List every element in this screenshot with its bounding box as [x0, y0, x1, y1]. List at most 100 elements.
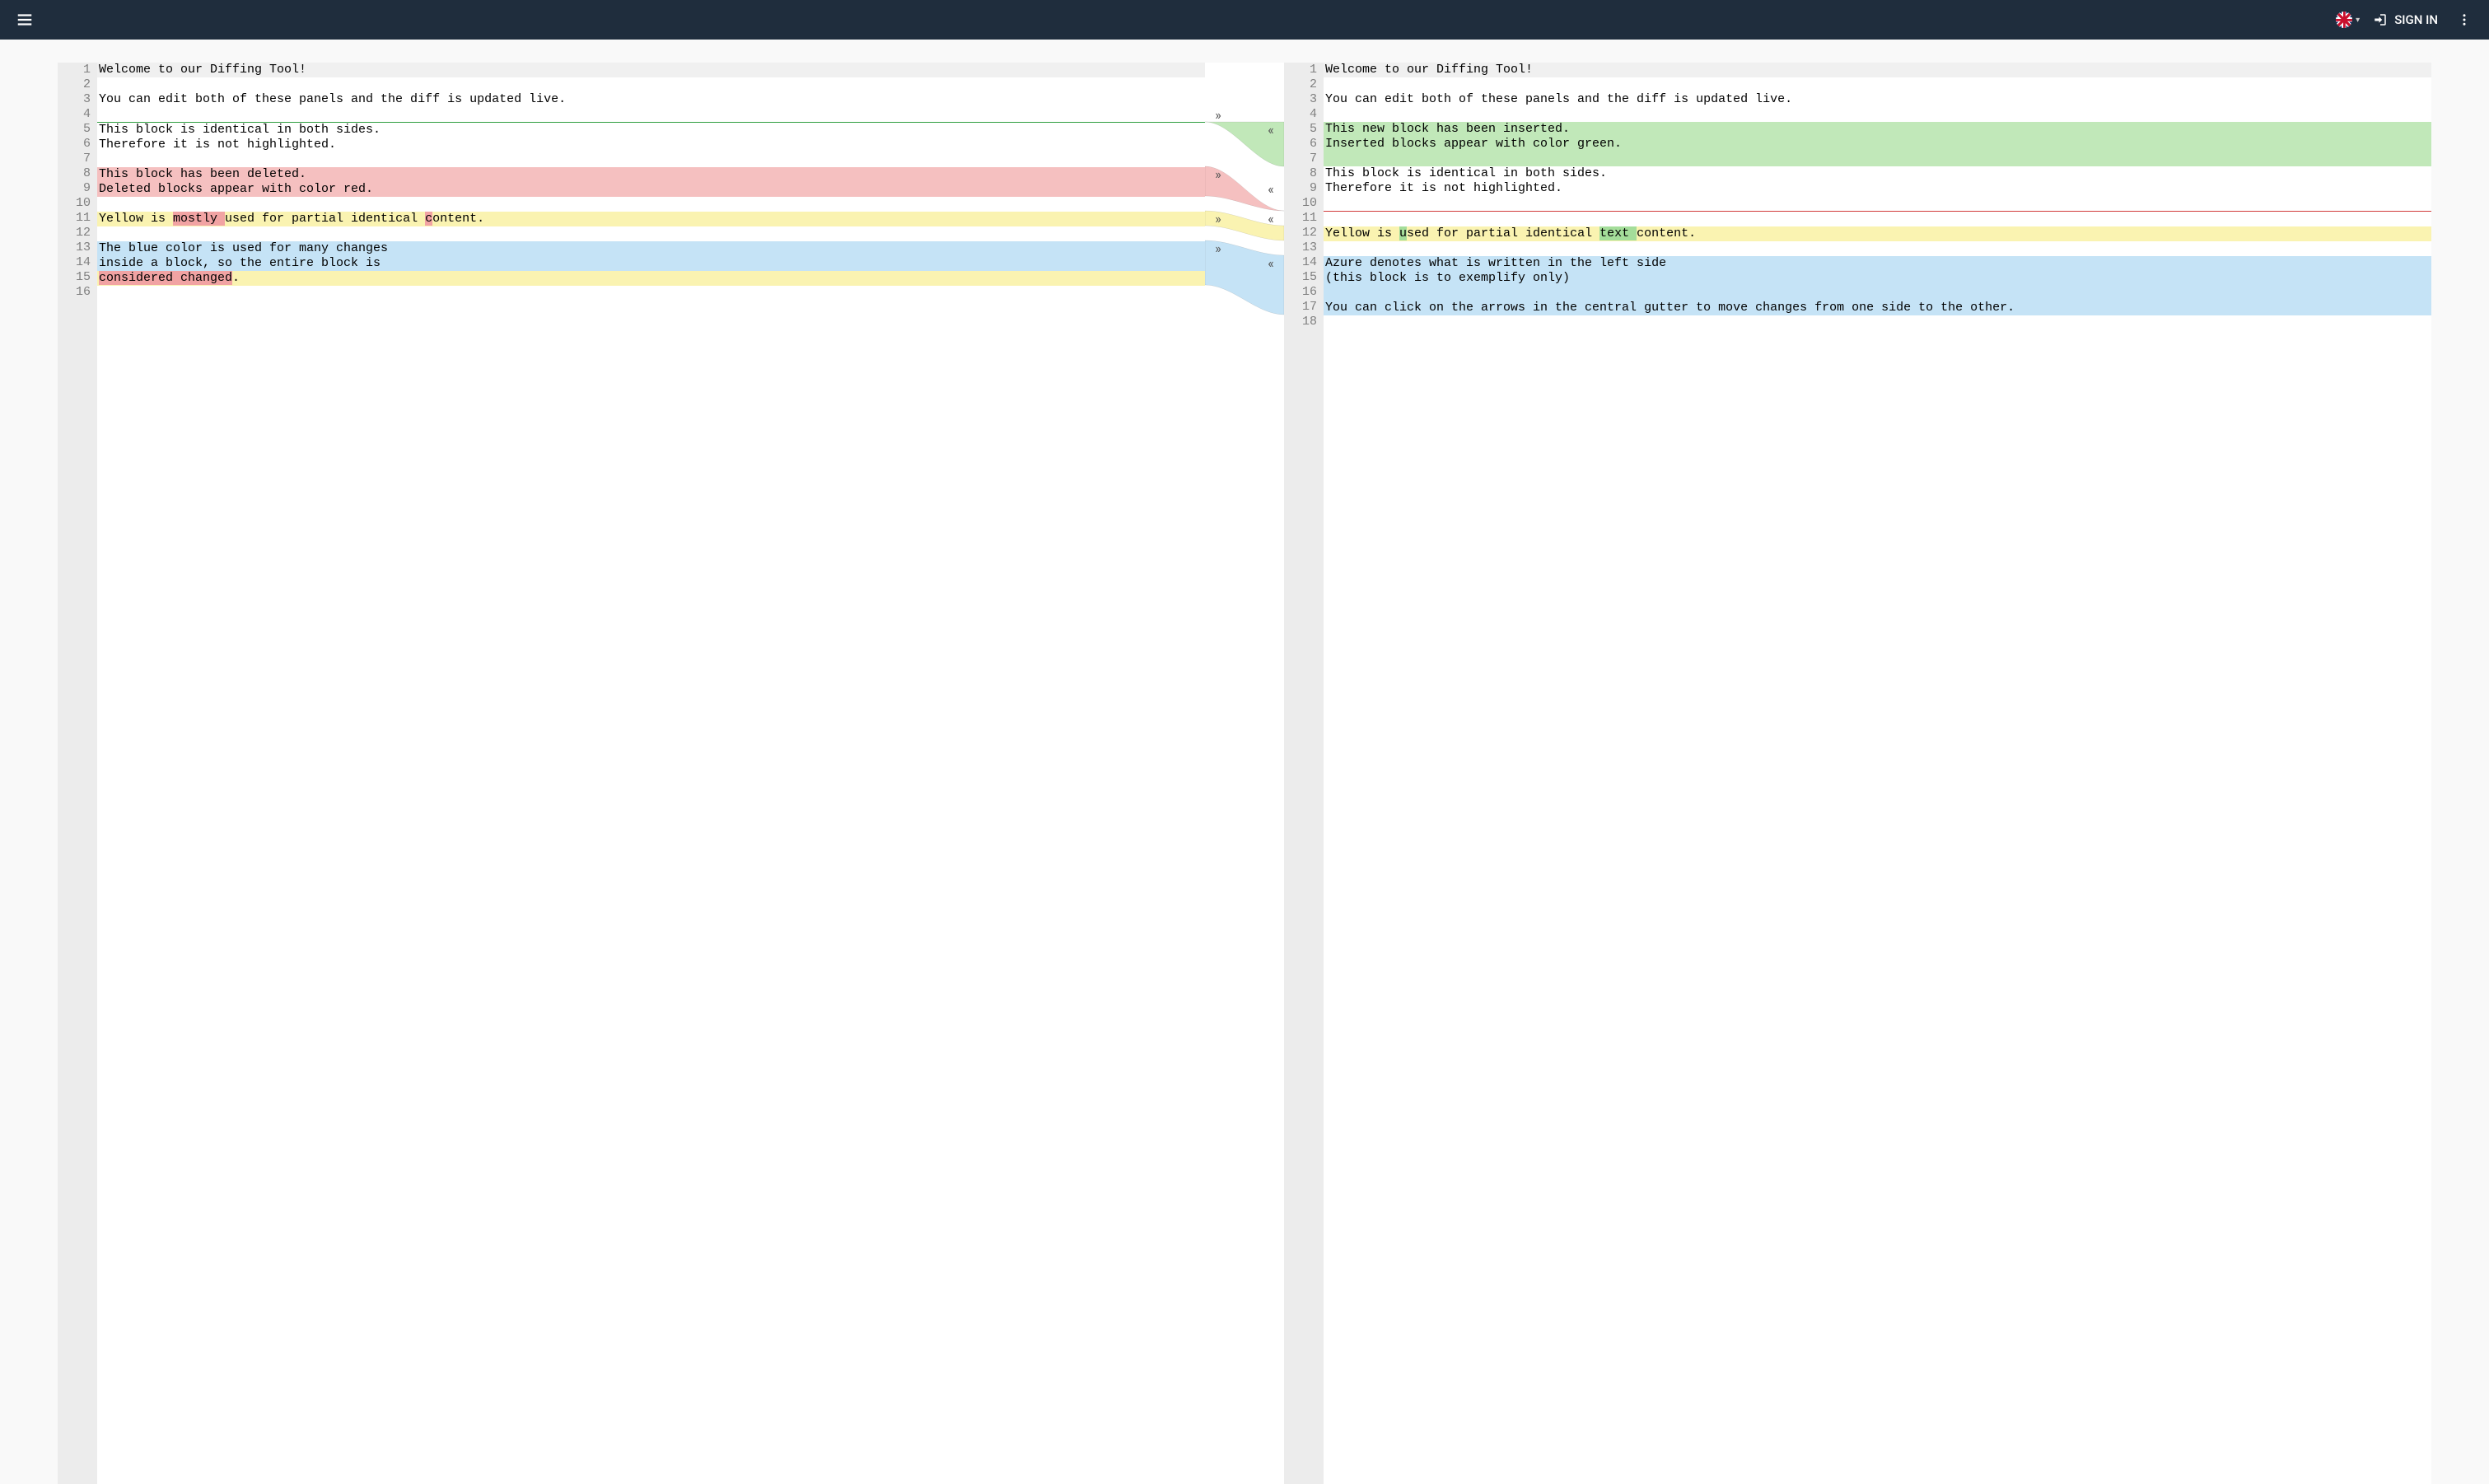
line-number: 16 — [1284, 285, 1317, 300]
language-selector[interactable]: ▾ — [2336, 12, 2360, 28]
line-number: 9 — [58, 181, 91, 196]
line-number: 8 — [1284, 166, 1317, 181]
code-line[interactable] — [1324, 77, 2431, 92]
code-line[interactable] — [1324, 212, 2431, 226]
code-line[interactable]: The blue color is used for many changes — [97, 241, 1205, 256]
code-line[interactable] — [1324, 241, 2431, 256]
code-line[interactable] — [97, 286, 1205, 301]
code-line[interactable]: Therefore it is not highlighted. — [1324, 181, 2431, 196]
line-number: 12 — [1284, 226, 1317, 240]
kebab-menu-icon[interactable] — [2451, 7, 2477, 33]
code-line[interactable] — [97, 226, 1205, 241]
line-number: 1 — [1284, 63, 1317, 77]
right-line-numbers: 123456789101112131415161718 — [1284, 63, 1324, 1484]
push-right-arrow[interactable]: » — [1210, 167, 1226, 182]
line-number: 2 — [1284, 77, 1317, 92]
code-line[interactable] — [97, 197, 1205, 212]
push-right-arrow[interactable]: » — [1210, 212, 1226, 226]
code-line[interactable] — [1324, 315, 2431, 330]
push-left-arrow[interactable]: « — [1263, 123, 1279, 138]
deleted-segment: c — [425, 212, 432, 226]
push-right-arrow[interactable]: » — [1210, 108, 1226, 123]
code-line[interactable] — [1324, 107, 2431, 122]
line-number: 9 — [1284, 181, 1317, 196]
left-diff-panel[interactable]: 12345678910111213141516 Welcome to our D… — [58, 63, 1205, 1484]
text-segment: Yellow is — [99, 212, 173, 226]
line-number: 13 — [58, 240, 91, 255]
code-line[interactable]: You can edit both of these panels and th… — [1324, 92, 2431, 107]
left-line-numbers: 12345678910111213141516 — [58, 63, 97, 1484]
diff-workspace: 12345678910111213141516 Welcome to our D… — [0, 40, 2489, 1484]
sign-in-icon — [2373, 12, 2388, 27]
inserted-segment: text — [1599, 226, 1637, 240]
code-line[interactable]: This new block has been inserted. — [1324, 122, 2431, 137]
line-number: 12 — [58, 226, 91, 240]
text-segment: Yellow is — [1325, 226, 1399, 240]
code-line[interactable] — [1324, 196, 2431, 211]
line-number: 13 — [1284, 240, 1317, 255]
line-number: 1 — [58, 63, 91, 77]
code-line[interactable] — [97, 152, 1205, 167]
code-line[interactable]: Deleted blocks appear with color red. — [97, 182, 1205, 197]
code-line[interactable]: Azure denotes what is written in the lef… — [1324, 256, 2431, 271]
hamburger-menu-icon[interactable] — [12, 7, 38, 33]
line-number: 6 — [1284, 137, 1317, 152]
code-line[interactable] — [1324, 152, 2431, 166]
line-number: 15 — [1284, 270, 1317, 285]
code-line[interactable] — [1324, 286, 2431, 301]
right-code[interactable]: Welcome to our Diffing Tool! You can edit… — [1324, 63, 2431, 1484]
line-number: 5 — [58, 122, 91, 137]
line-number: 2 — [58, 77, 91, 92]
code-line[interactable]: Therefore it is not highlighted. — [97, 138, 1205, 152]
line-number: 4 — [58, 107, 91, 122]
line-number: 6 — [58, 137, 91, 152]
code-line[interactable]: Welcome to our Diffing Tool! — [1324, 63, 2431, 77]
sign-in-button[interactable]: SIGN IN — [2373, 12, 2438, 27]
code-line[interactable]: You can edit both of these panels and th… — [97, 92, 1205, 107]
line-number: 3 — [58, 92, 91, 107]
line-number: 11 — [58, 211, 91, 226]
line-number: 14 — [1284, 255, 1317, 270]
text-segment: ontent. — [432, 212, 484, 226]
code-line[interactable]: (this block is to exemplify only) — [1324, 271, 2431, 286]
code-line[interactable] — [97, 77, 1205, 92]
right-diff-panel[interactable]: 123456789101112131415161718 Welcome to o… — [1284, 63, 2431, 1484]
text-segment: used for partial identical — [225, 212, 425, 226]
code-line[interactable]: Yellow is mostly used for partial identi… — [97, 212, 1205, 226]
code-line[interactable]: Yellow is used for partial identical tex… — [1324, 226, 2431, 241]
line-number: 3 — [1284, 92, 1317, 107]
push-left-arrow[interactable]: « — [1263, 212, 1279, 226]
line-number: 7 — [58, 152, 91, 166]
line-number: 15 — [58, 270, 91, 285]
line-number: 16 — [58, 285, 91, 300]
text-segment: . — [232, 271, 240, 285]
code-line[interactable]: Inserted blocks appear with color green. — [1324, 137, 2431, 152]
deleted-segment: mostly — [173, 212, 225, 226]
line-number: 5 — [1284, 122, 1317, 137]
push-right-arrow[interactable]: » — [1210, 241, 1226, 256]
line-number: 14 — [58, 255, 91, 270]
code-line[interactable]: You can click on the arrows in the centr… — [1324, 301, 2431, 315]
code-line[interactable]: Welcome to our Diffing Tool! — [97, 63, 1205, 77]
chevron-down-icon: ▾ — [2356, 16, 2360, 25]
left-code[interactable]: Welcome to our Diffing Tool! You can edit… — [97, 63, 1205, 1484]
push-left-arrow[interactable]: « — [1263, 256, 1279, 271]
line-number: 4 — [1284, 107, 1317, 122]
line-number: 11 — [1284, 211, 1317, 226]
code-line[interactable]: This block is identical in both sides. — [1324, 166, 2431, 181]
sign-in-label: SIGN IN — [2394, 12, 2438, 27]
code-line[interactable]: considered changed. — [97, 271, 1205, 286]
line-number: 7 — [1284, 152, 1317, 166]
app-header: ▾ SIGN IN — [0, 0, 2489, 40]
deleted-segment: considered changed — [99, 271, 232, 285]
line-number: 17 — [1284, 300, 1317, 315]
text-segment: sed for partial identical — [1407, 226, 1599, 240]
uk-flag-icon — [2336, 12, 2352, 28]
code-line[interactable]: This block is identical in both sides. — [97, 123, 1205, 138]
code-line[interactable] — [97, 107, 1205, 122]
push-left-arrow[interactable]: « — [1263, 182, 1279, 197]
code-line[interactable]: This block has been deleted. — [97, 167, 1205, 182]
line-number: 8 — [58, 166, 91, 181]
code-line[interactable]: inside a block, so the entire block is — [97, 256, 1205, 271]
diff-connector-gutter: » « » « » « » « — [1205, 63, 1284, 1484]
